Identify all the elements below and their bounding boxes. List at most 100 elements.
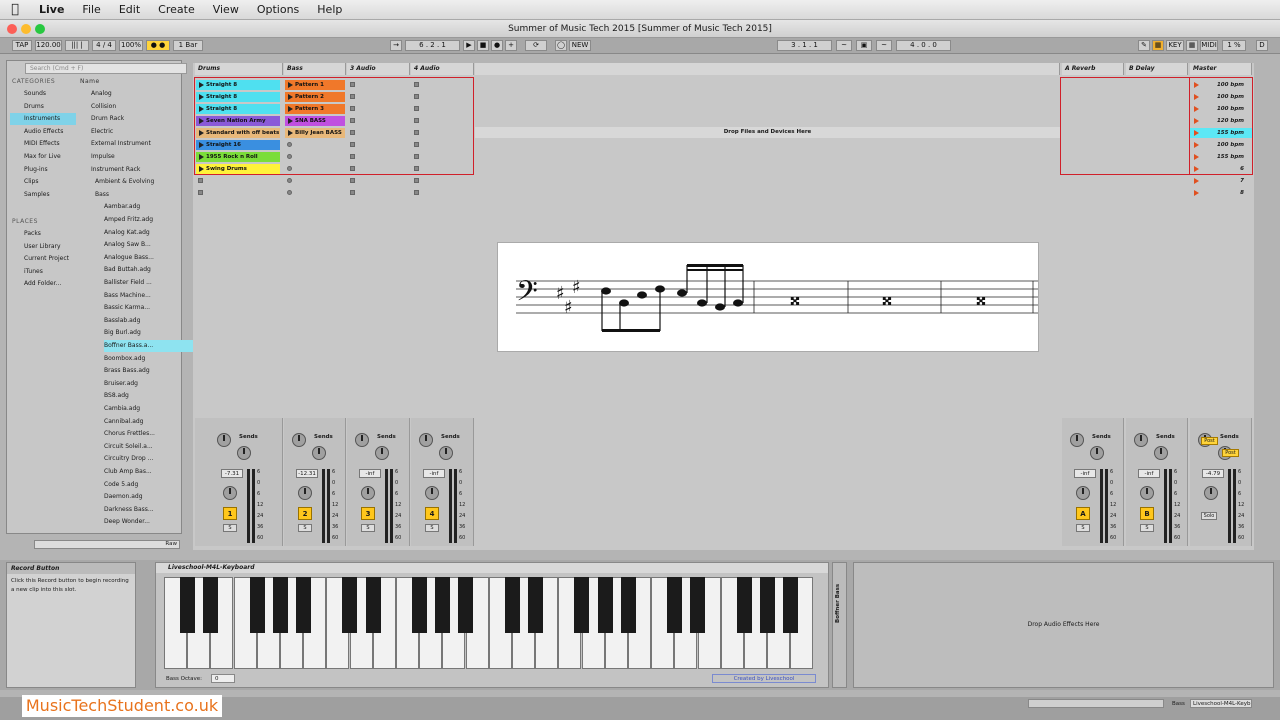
black-key[interactable] (760, 577, 775, 633)
black-key[interactable] (435, 577, 451, 633)
send-b-knob[interactable] (312, 446, 326, 460)
audio-effects-drop-area[interactable]: Drop Audio Effects Here (853, 562, 1274, 688)
apple-icon[interactable]:  (0, 2, 30, 17)
arrangement-position-field[interactable]: 6 . 2 . 1 (405, 40, 460, 51)
record-slot-button[interactable] (287, 190, 292, 195)
clip-slot-stop[interactable] (414, 178, 419, 183)
browser-item[interactable]: Circuit Soleil.a... (104, 441, 153, 453)
track-activator-3[interactable]: 3 (361, 507, 375, 520)
browser-item[interactable]: Drum Rack (91, 113, 124, 125)
credit-link[interactable]: Created by Liveschool (712, 674, 816, 683)
black-key[interactable] (412, 577, 427, 633)
volume-field[interactable]: -7.31 (221, 469, 243, 478)
play-icon[interactable]: ▶ (463, 40, 475, 51)
browser-item[interactable]: Brass Bass.adg (104, 365, 150, 377)
follow-button[interactable]: ● ● (146, 40, 170, 51)
track-activator-4[interactable]: 4 (425, 507, 439, 520)
black-key[interactable] (180, 577, 195, 633)
post-button[interactable]: Post (1201, 437, 1218, 445)
device-title[interactable]: Liveschool-M4L-Keyboard (156, 563, 828, 573)
overdub-icon[interactable]: + (505, 40, 517, 51)
master-header[interactable]: Master (1190, 63, 1252, 75)
browser-item[interactable]: Big Burl.adg (104, 327, 141, 339)
send-a-knob[interactable] (1070, 433, 1084, 447)
black-key[interactable] (736, 577, 752, 633)
solo-button[interactable]: S (361, 524, 375, 532)
solo-button[interactable]: S (1140, 524, 1154, 532)
stop-icon[interactable]: ■ (477, 40, 489, 51)
send-b-knob[interactable] (375, 446, 389, 460)
category-max-for-live[interactable]: Max for Live (10, 151, 76, 163)
browser-item[interactable]: Chorus Frettles... (104, 428, 155, 440)
solo-button[interactable]: S (223, 524, 237, 532)
category-audio-effects[interactable]: Audio Effects (10, 126, 76, 138)
track-activator-5[interactable]: A (1076, 507, 1090, 520)
category-midi-effects[interactable]: MIDI Effects (10, 138, 76, 150)
volume-field[interactable]: -inf (1074, 469, 1096, 478)
clip-slot-stop[interactable] (350, 190, 355, 195)
browser-item[interactable]: Daemon.adg (104, 491, 143, 503)
preview-bar[interactable]: Raw (34, 540, 180, 549)
metronome-button[interactable]: ||| | (65, 40, 89, 51)
place-itunes[interactable]: iTunes (10, 266, 76, 278)
browser-item[interactable]: Collision (91, 101, 116, 113)
send-b-knob[interactable] (439, 446, 453, 460)
black-key[interactable] (667, 577, 683, 633)
pan-knob[interactable] (1076, 486, 1090, 500)
time-signature-field[interactable]: 4 / 4 (92, 40, 116, 51)
black-key[interactable] (342, 577, 358, 633)
browser-item[interactable]: Bruiser.adg (104, 378, 138, 390)
category-instruments[interactable]: Instruments (10, 113, 76, 126)
send-b-knob[interactable] (1090, 446, 1104, 460)
place-current-project[interactable]: Current Project (10, 253, 76, 265)
solo-button[interactable]: S (425, 524, 439, 532)
browser-item[interactable]: Ambient & Evolving (95, 176, 154, 188)
browser-search-input[interactable]: Search (Cmd + F) (25, 63, 187, 74)
send-a-knob[interactable] (292, 433, 306, 447)
black-key[interactable] (296, 577, 311, 633)
loop-length-field[interactable]: 4 . 0 . 0 (896, 40, 951, 51)
solo-switch[interactable]: Solo (1201, 512, 1217, 520)
loop-start-field[interactable]: 3 . 1 . 1 (777, 40, 832, 51)
minimize-button[interactable] (21, 24, 31, 34)
browser-item[interactable]: Bassic Karma... (104, 302, 150, 314)
punch-out-icon[interactable]: ~ (876, 40, 892, 51)
volume-field[interactable]: -12.31 (296, 469, 318, 478)
browser-item[interactable]: Club Amp Bas... (104, 466, 152, 478)
clip-slot-stop[interactable] (198, 178, 203, 183)
browser-item[interactable]: Analog Kat.adg (104, 227, 150, 239)
black-key[interactable] (597, 577, 613, 633)
draw-mode-icon[interactable]: ✎ (1138, 40, 1150, 51)
record-icon[interactable]: ● (491, 40, 503, 51)
menu-live[interactable]: Live (30, 3, 73, 16)
browser-item[interactable]: Amped Fritz.adg (104, 214, 153, 226)
pan-knob[interactable] (298, 486, 312, 500)
new-button[interactable]: NEW (569, 40, 591, 51)
track-header-2[interactable]: Bass (284, 63, 346, 75)
menu-options[interactable]: Options (248, 3, 308, 16)
pan-knob[interactable] (1204, 486, 1218, 500)
black-key[interactable] (272, 577, 288, 633)
solo-button[interactable]: S (298, 524, 312, 532)
clip-slot-stop[interactable] (198, 190, 203, 195)
clip-slot-stop[interactable] (350, 178, 355, 183)
close-button[interactable] (7, 24, 17, 34)
quantization-menu[interactable]: 1 Bar (173, 40, 203, 51)
browser-item[interactable]: Analog (91, 88, 112, 100)
browser-item[interactable]: Code 5.adg (104, 479, 138, 491)
browser-item[interactable]: Darkness Bass... (104, 504, 154, 516)
status-device-field[interactable]: Liveschool-M4L-Keyb (1190, 699, 1252, 708)
black-key[interactable] (574, 577, 590, 633)
black-key[interactable] (249, 577, 265, 633)
browser-item[interactable]: Impulse (91, 151, 115, 163)
post-button[interactable]: Post (1222, 449, 1239, 457)
pan-knob[interactable] (425, 486, 439, 500)
browser-item[interactable]: Cannibal.adg (104, 416, 144, 428)
track-header-1[interactable]: Drums (195, 63, 283, 75)
raw-toggle[interactable]: Raw (165, 541, 177, 547)
zoom-button[interactable] (35, 24, 45, 34)
pan-knob[interactable] (223, 486, 237, 500)
punch-in-icon[interactable]: ~ (836, 40, 852, 51)
category-clips[interactable]: Clips (10, 176, 76, 188)
return-header-b[interactable]: B Delay (1126, 63, 1188, 75)
